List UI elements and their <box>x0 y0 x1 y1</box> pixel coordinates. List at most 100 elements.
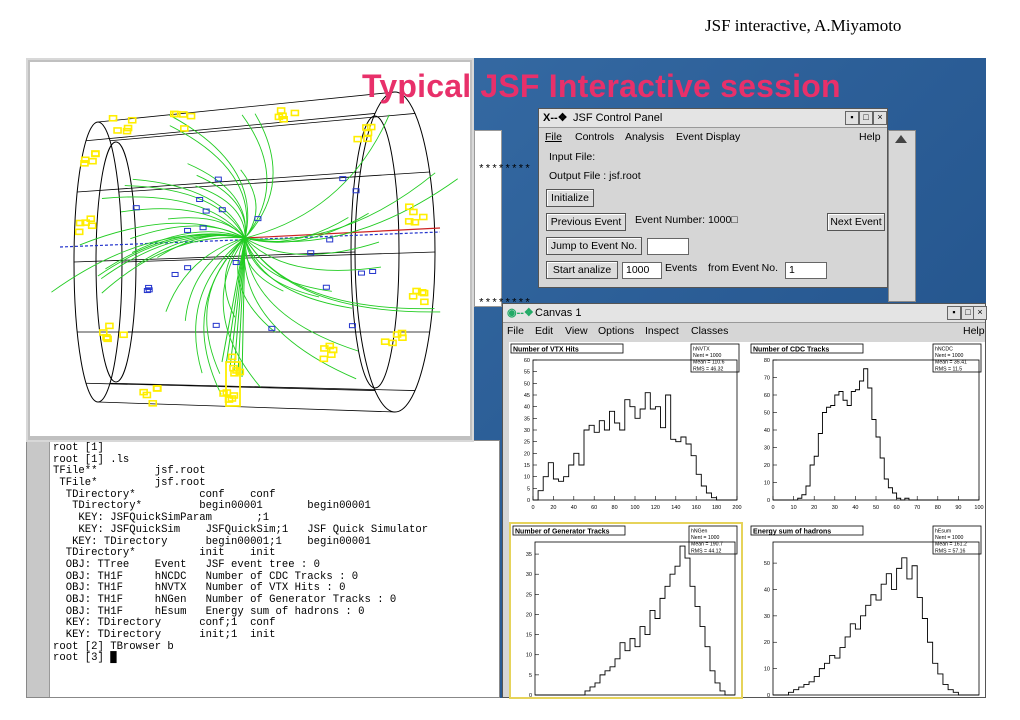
start-analize-button[interactable]: Start analize <box>546 261 618 279</box>
y-tick-label: 5 <box>529 673 532 679</box>
calorimeter-hit <box>363 135 372 143</box>
close-icon[interactable]: × <box>873 111 887 125</box>
terminal-right-pane <box>474 130 502 307</box>
y-tick-label: 45 <box>524 393 530 399</box>
canvas-menu-help[interactable]: Help <box>963 325 985 337</box>
x-tick-label: 60 <box>894 505 900 511</box>
calorimeter-hit <box>405 203 414 211</box>
menu-help[interactable]: Help <box>859 131 881 143</box>
histogram-title: Number of CDC Tracks <box>753 347 829 354</box>
events-count-input[interactable]: 1000 <box>622 262 662 279</box>
canvas-window[interactable]: ◉-‑❖ Canvas 1 ▪ □ × File Edit View Optio… <box>502 303 987 699</box>
y-tick-label: 20 <box>524 451 530 457</box>
stats-line: Nent = 1000 <box>691 535 720 541</box>
stats-line: hEsum <box>935 529 951 535</box>
canvas-menu-classes[interactable]: Classes <box>691 325 728 337</box>
control-panel-titlebar[interactable]: X-‑❖ JSF Control Panel ▪ □ × <box>539 109 887 128</box>
scroll-up-icon[interactable] <box>895 135 907 143</box>
particle-track <box>244 237 352 309</box>
minimize-icon[interactable]: ▪ <box>947 306 961 320</box>
x-tick-label: 50 <box>873 505 879 511</box>
x-tick-label: 140 <box>671 505 680 511</box>
calorimeter-hit <box>353 135 362 143</box>
canvas-drawing-area[interactable]: Number of VTX Hits hNVTX Nent = 1000 Mean =… <box>509 342 985 699</box>
minimize-icon[interactable]: ▪ <box>845 111 859 125</box>
calorimeter-hit <box>179 111 188 118</box>
jump-event-input[interactable] <box>647 238 689 255</box>
background-window-scrollbar[interactable] <box>888 130 916 302</box>
y-tick-label: 50 <box>524 381 530 387</box>
terminal-line: KEY: TDirectory init;1 init <box>53 629 276 641</box>
stats-line: Nent = 1000 <box>935 535 964 541</box>
histogram-steps <box>535 545 735 696</box>
y-tick-label: 20 <box>526 612 532 618</box>
from-event-label: from Event No. <box>708 262 779 274</box>
y-tick-label: 0 <box>529 693 532 697</box>
y-tick-label: 40 <box>764 428 770 434</box>
canvas-menu-options[interactable]: Options <box>598 325 634 337</box>
y-tick-label: 30 <box>524 428 530 434</box>
event-display-window[interactable] <box>26 58 474 442</box>
event-display-canvas[interactable] <box>30 62 470 436</box>
stats-line: Nent = 1000 <box>935 353 964 359</box>
y-tick-label: 0 <box>767 693 770 697</box>
from-event-input[interactable]: 1 <box>785 262 827 279</box>
detector-hit-box <box>322 284 330 290</box>
canvas-menu-inspect[interactable]: Inspect <box>645 325 679 337</box>
y-tick-label: 50 <box>764 561 770 567</box>
canvas-menu-view[interactable]: View <box>565 325 588 337</box>
terminal-line: KEY: JSFQuickSim JSFQuickSim;1 JSF Quick… <box>53 523 429 536</box>
x-tick-label: 120 <box>651 505 660 511</box>
canvas-menu-file[interactable]: File <box>507 325 524 337</box>
maximize-icon[interactable]: □ <box>859 111 873 125</box>
x-tick-label: 40 <box>571 505 577 511</box>
close-icon[interactable]: × <box>973 306 987 320</box>
menu-controls[interactable]: Controls <box>575 131 614 143</box>
calorimeter-hit <box>420 298 429 306</box>
previous-event-button[interactable]: Previous Event <box>546 213 626 231</box>
initialize-button[interactable]: Initialize <box>546 189 594 207</box>
x-tick-label: 0 <box>531 505 534 511</box>
output-file-label: Output File : jsf.root <box>549 170 641 182</box>
y-tick-label: 30 <box>764 614 770 620</box>
calorimeter-hit <box>227 353 237 361</box>
calorimeter-hit <box>86 215 96 223</box>
y-tick-label: 15 <box>526 633 532 639</box>
jsf-control-panel[interactable]: X-‑❖ JSF Control Panel ▪ □ × File Contro… <box>538 108 888 288</box>
next-event-button[interactable]: Next Event <box>827 213 885 231</box>
menu-analysis[interactable]: Analysis <box>625 131 664 143</box>
window-menu-icon[interactable]: X-‑❖ <box>543 109 568 127</box>
pad-generator-tracks[interactable]: Number of Generator Tracks hNGenNent = 10… <box>509 522 743 699</box>
pad-energy-sum[interactable]: Energy sum of hadrons hEsumNent = 1000Mea… <box>749 524 985 697</box>
x-tick-label: 160 <box>692 505 701 511</box>
x-tick-label: 100 <box>974 505 983 511</box>
events-label: Events <box>665 262 698 274</box>
detector-hit-box <box>369 268 377 274</box>
canvas-menu-edit[interactable]: Edit <box>535 325 553 337</box>
y-tick-label: 40 <box>524 405 530 411</box>
pad-cdc-tracks[interactable]: Number of CDC Tracks hNCDCNent = 1000Mean… <box>749 342 985 520</box>
x-tick-label: 20 <box>550 505 556 511</box>
histogram-steps <box>773 557 979 696</box>
root-terminal[interactable]: root [1] root [1] .ls TFile** jsf.root TFi… <box>26 440 500 698</box>
jump-to-event-button[interactable]: Jump to Event No. <box>546 237 642 255</box>
calorimeter-hit <box>319 355 329 363</box>
y-tick-label: 35 <box>526 552 532 558</box>
y-tick-label: 60 <box>764 393 770 399</box>
y-tick-label: 10 <box>524 475 530 481</box>
root-logo-icon[interactable]: ◉-‑❖ <box>507 304 534 322</box>
particle-track <box>244 237 320 298</box>
x-tick-label: 20 <box>811 505 817 511</box>
x-tick-label: 180 <box>712 505 721 511</box>
y-tick-label: 55 <box>524 370 530 376</box>
x-tick-label: 80 <box>935 505 941 511</box>
canvas-titlebar[interactable]: ◉-‑❖ Canvas 1 ▪ □ × <box>503 304 987 323</box>
histogram-title: Energy sum of hadrons <box>753 529 831 536</box>
y-tick-label: 80 <box>764 358 770 364</box>
y-tick-label: 0 <box>527 498 530 504</box>
stats-line: RMS = 11.5 <box>935 366 962 372</box>
menu-event-display[interactable]: Event Display <box>676 131 740 143</box>
histogram-frame <box>772 541 980 696</box>
menu-file[interactable]: File <box>545 131 562 143</box>
pad-vtx-hits[interactable]: Number of VTX Hits hNVTXNent = 1000Mean =… <box>509 342 743 520</box>
